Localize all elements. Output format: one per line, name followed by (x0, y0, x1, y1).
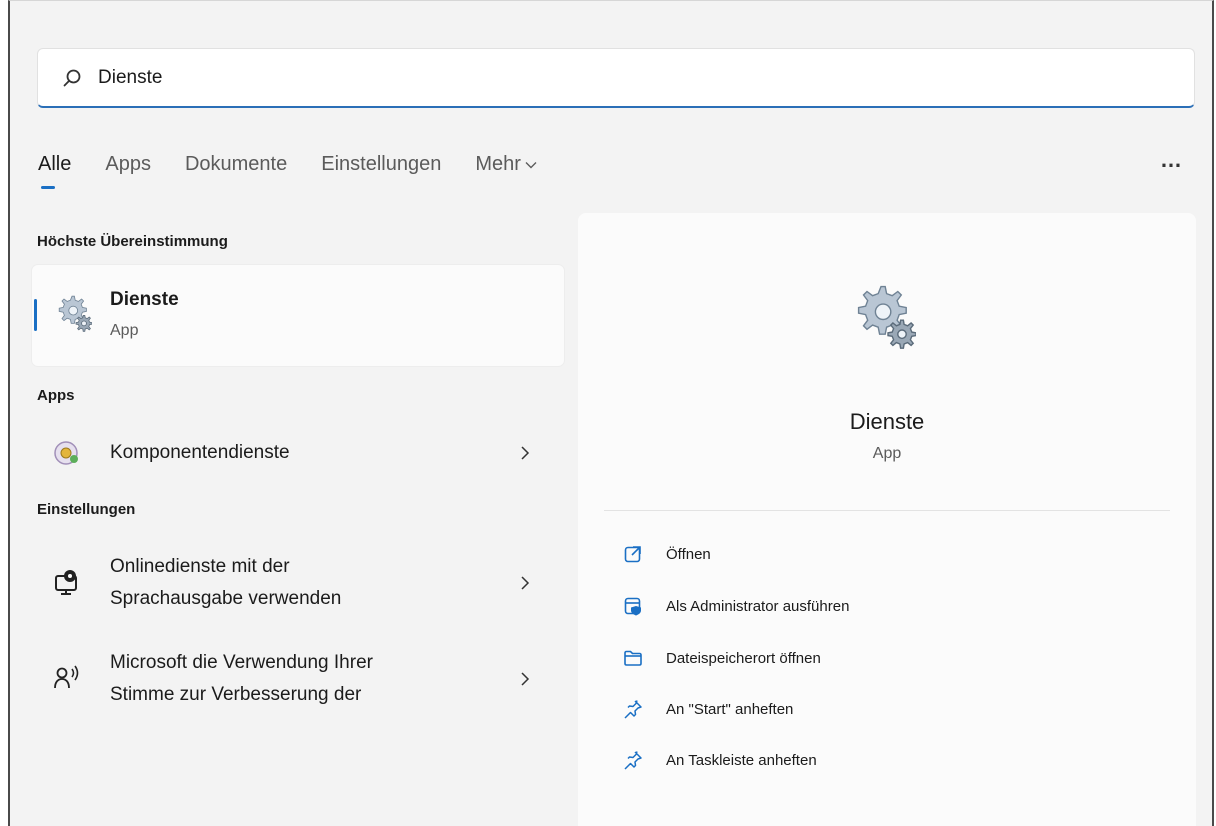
chevron-down-icon (525, 161, 537, 169)
narrator-online-services-line2: Sprachausgabe verwenden (110, 588, 342, 609)
section-best-match: Höchste Übereinstimmung (37, 233, 228, 250)
tab-apps[interactable]: Apps (105, 153, 151, 176)
folder-icon (622, 647, 644, 669)
search-icon (62, 66, 86, 90)
action-pin-to-start-label: An "Start" anheften (666, 700, 794, 718)
preview-pane: Dienste App Öffnen Als Administrator aus… (578, 213, 1196, 826)
tab-more-label: Mehr (475, 153, 521, 175)
voice-speech-icon (52, 663, 82, 698)
preview-subtitle: App (872, 445, 902, 462)
open-external-icon (622, 543, 644, 565)
selection-indicator (34, 299, 37, 331)
services-gears-icon (846, 281, 916, 356)
run-as-admin-icon (622, 595, 644, 617)
start-search-panel: Alle Apps Dokumente Einstellungen Mehr …… (8, 0, 1214, 826)
tab-all[interactable]: Alle (38, 153, 71, 189)
narrator-online-services-line1: Onlinedienste mit der (110, 556, 290, 577)
chevron-right-icon (520, 671, 530, 692)
action-pin-to-taskbar[interactable]: An Taskleiste anheften (622, 749, 817, 771)
preview-title: Dienste (849, 409, 925, 434)
list-item-narrator-online-services[interactable]: Onlinedienste mit der Sprachausgabe verw… (32, 551, 564, 615)
action-open-file-location[interactable]: Dateispeicherort öffnen (622, 647, 821, 669)
action-pin-to-taskbar-label: An Taskleiste anheften (666, 751, 817, 769)
chevron-right-icon (520, 445, 530, 466)
chevron-right-icon (520, 575, 530, 596)
pin-icon (622, 698, 644, 720)
action-open[interactable]: Öffnen (622, 543, 711, 565)
tab-more[interactable]: Mehr (475, 153, 537, 176)
component-services-icon (52, 438, 82, 473)
action-open-label: Öffnen (666, 545, 711, 563)
action-run-as-admin-label: Als Administrator ausführen (666, 597, 850, 615)
voice-improvement-line2: Stimme zur Verbesserung der (110, 684, 362, 705)
filter-tabs: Alle Apps Dokumente Einstellungen Mehr (38, 153, 571, 189)
search-input[interactable] (98, 66, 998, 89)
best-match-subtitle: App (110, 322, 139, 339)
action-open-file-location-label: Dateispeicherort öffnen (666, 649, 821, 667)
section-apps: Apps (37, 387, 75, 404)
section-settings: Einstellungen (37, 501, 136, 518)
voice-improvement-line1: Microsoft die Verwendung Ihrer (110, 652, 373, 673)
divider (604, 510, 1170, 511)
component-services-label: Komponentendienste (110, 442, 290, 463)
action-pin-to-start[interactable]: An "Start" anheften (622, 698, 793, 720)
best-match-item[interactable]: Dienste App (32, 265, 564, 366)
pin-icon (622, 749, 644, 771)
list-item-component-services[interactable]: Komponentendienste (32, 433, 564, 473)
tab-documents[interactable]: Dokumente (185, 153, 287, 176)
more-options-button[interactable]: … (1160, 149, 1183, 171)
narrator-online-services-icon (52, 567, 82, 602)
tab-settings[interactable]: Einstellungen (321, 153, 441, 176)
action-run-as-admin[interactable]: Als Administrator ausführen (622, 595, 849, 617)
list-item-voice-improvement[interactable]: Microsoft die Verwendung Ihrer Stimme zu… (32, 647, 564, 711)
search-box[interactable] (37, 48, 1195, 108)
services-gears-icon (52, 293, 92, 338)
best-match-title: Dienste (110, 289, 179, 310)
